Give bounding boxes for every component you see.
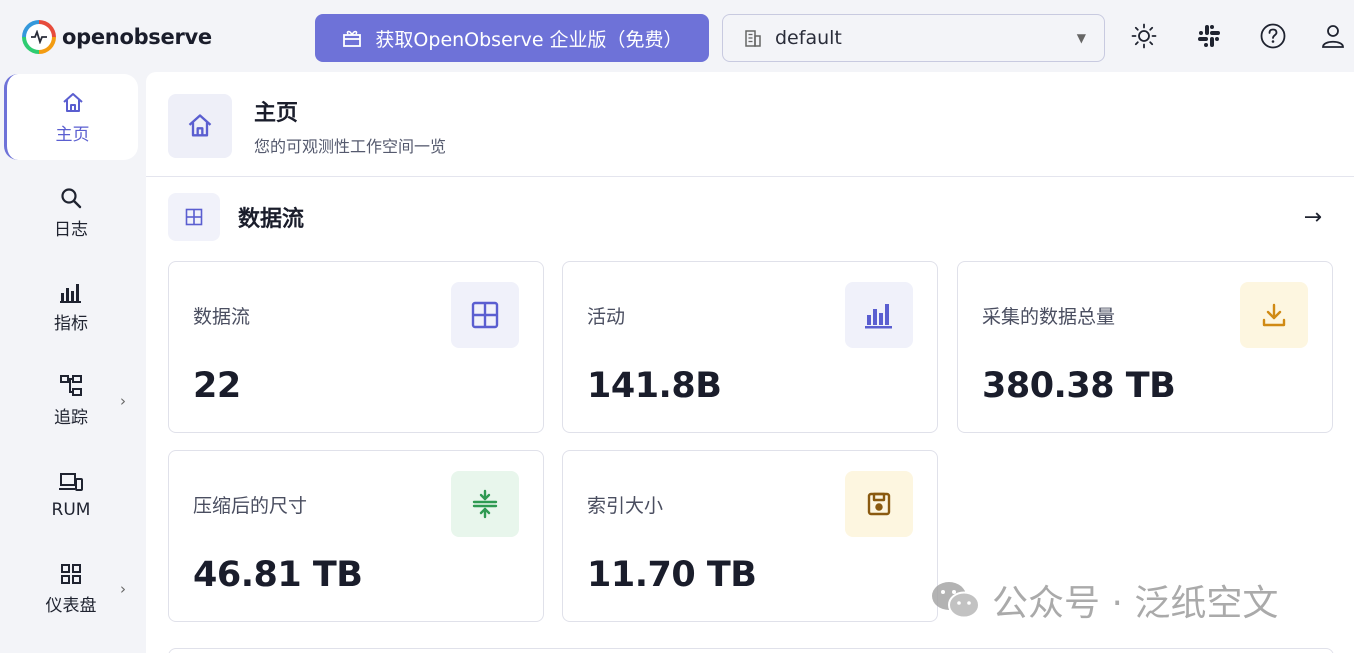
- stat-value: 22: [193, 366, 241, 406]
- watermark: 公众号 · 泛纸空文: [930, 574, 1278, 626]
- user-icon[interactable]: [1320, 18, 1354, 54]
- sidebar-item-rum[interactable]: RUM: [4, 452, 138, 536]
- wechat-icon: [932, 582, 980, 619]
- stat-value: 141.8B: [587, 366, 722, 406]
- chevron-right-icon: ›: [120, 391, 126, 410]
- bar-chart-icon: [845, 282, 913, 348]
- stat-label: 索引大小: [587, 495, 664, 517]
- stat-value: 46.81 TB: [193, 555, 363, 595]
- building-icon: [745, 30, 761, 47]
- sun-icon[interactable]: [1127, 18, 1161, 54]
- sidebar-item-label: 追踪: [54, 408, 88, 428]
- get-enterprise-button[interactable]: 获取OpenObserve 企业版（免费）: [315, 14, 709, 62]
- stat-label: 数据流: [193, 306, 251, 328]
- sidebar-item-label: 日志: [54, 220, 88, 240]
- organization-value: default: [775, 27, 842, 49]
- gift-icon: [343, 30, 362, 47]
- stat-label: 压缩后的尺寸: [193, 495, 308, 517]
- page-header: 主页 您的可观测性工作空间一览: [168, 94, 446, 158]
- trace-icon: [58, 372, 84, 400]
- grid-icon: [451, 282, 519, 348]
- sidebar: 主页 日志 指标 追踪 › RUM 仪表盘 ›: [0, 72, 146, 653]
- arrow-right-icon[interactable]: →: [1304, 205, 1328, 230]
- organization-select[interactable]: default ▼: [722, 14, 1105, 62]
- slack-icon[interactable]: [1192, 18, 1226, 54]
- stat-card-streams: 数据流 22: [168, 261, 544, 433]
- stat-card-compressed: 压缩后的尺寸 46.81 TB: [168, 450, 544, 622]
- stat-value: 380.38 TB: [982, 366, 1176, 406]
- chevron-right-icon: ›: [120, 579, 126, 598]
- stat-value: 11.70 TB: [587, 555, 757, 595]
- stat-label: 活动: [587, 306, 626, 328]
- sidebar-item-home[interactable]: 主页: [4, 74, 138, 160]
- page-title: 主页: [254, 101, 299, 126]
- main-content: 主页 您的可观测性工作空间一览 数据流 → 数据流 22 活动 141.8B 采…: [146, 72, 1354, 653]
- home-icon: [168, 94, 232, 158]
- save-icon: [845, 471, 913, 537]
- enterprise-button-label: 获取OpenObserve 企业版（免费）: [375, 28, 683, 51]
- devices-icon: [58, 469, 84, 497]
- section-title: 数据流: [238, 207, 305, 232]
- top-bar: openobserve 获取OpenObserve 企业版（免费） defaul…: [0, 0, 1354, 72]
- app-logo[interactable]: openobserve: [22, 20, 212, 54]
- search-icon: [59, 184, 83, 212]
- sidebar-item-label: 仪表盘: [45, 596, 97, 616]
- sidebar-item-label: 指标: [54, 314, 88, 334]
- stat-card-ingested: 采集的数据总量 380.38 TB: [957, 261, 1333, 433]
- grid-icon: [168, 193, 220, 241]
- help-icon[interactable]: [1256, 18, 1290, 54]
- divider: [146, 176, 1354, 177]
- dashboard-grid-icon: [59, 560, 83, 588]
- sidebar-item-label: RUM: [51, 499, 91, 520]
- chevron-down-icon: ▼: [1076, 31, 1086, 45]
- download-icon: [1240, 282, 1308, 348]
- watermark-text: 公众号 · 泛纸空文: [992, 583, 1279, 624]
- home-icon: [61, 89, 85, 117]
- sidebar-item-dashboards[interactable]: 仪表盘 ›: [4, 546, 138, 630]
- streams-section-header: 数据流 →: [168, 192, 1328, 242]
- sidebar-item-metrics[interactable]: 指标: [4, 264, 138, 348]
- stat-label: 采集的数据总量: [982, 306, 1116, 328]
- logo-text: openobserve: [62, 25, 212, 49]
- bar-chart-icon: [58, 278, 84, 306]
- sidebar-item-label: 主页: [55, 125, 90, 145]
- sidebar-item-logs[interactable]: 日志: [4, 170, 138, 254]
- stat-card-index-size: 索引大小 11.70 TB: [562, 450, 938, 622]
- stat-card-events: 活动 141.8B: [562, 261, 938, 433]
- logo-icon: [22, 20, 56, 54]
- page-subtitle: 您的可观测性工作空间一览: [254, 137, 447, 156]
- compress-icon: [451, 471, 519, 537]
- sidebar-item-traces[interactable]: 追踪 ›: [4, 358, 138, 442]
- next-section-card: [168, 648, 1334, 653]
